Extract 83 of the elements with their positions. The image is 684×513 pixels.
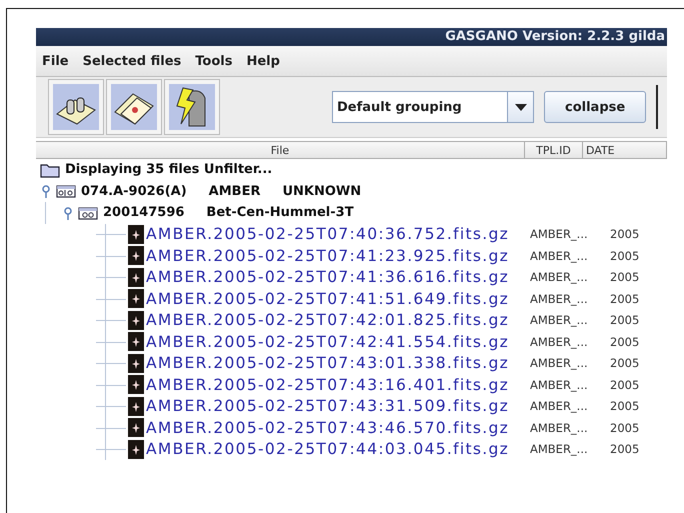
table-cell: 2005 bbox=[610, 334, 640, 349]
table-cell-text: AMBER_... bbox=[530, 292, 589, 306]
star-image-icon bbox=[128, 332, 144, 352]
file-name: AMBER.2005-02-25T07:44:03.045.fits.gz bbox=[146, 440, 510, 458]
table-cell: 2005 bbox=[610, 399, 640, 414]
file-name: AMBER.2005-02-25T07:43:31.509.fits.gz bbox=[146, 397, 510, 416]
table-cell-text: AMBER_... bbox=[530, 420, 589, 435]
table-cell: 2005 bbox=[610, 292, 640, 306]
star-image-icon bbox=[128, 268, 144, 287]
star-image-icon bbox=[128, 396, 144, 416]
tree-handle-icon[interactable] bbox=[62, 206, 74, 220]
file-name: AMBER.2005-02-25T07:43:16.401.fits.gz bbox=[146, 376, 510, 394]
menu-item[interactable]: File bbox=[42, 54, 69, 68]
file-name: AMBER.2005-02-25T07:42:41.554.fits.gz bbox=[146, 332, 510, 351]
column-header[interactable]: DATE bbox=[583, 141, 667, 159]
table-cell: 2005 bbox=[610, 420, 640, 435]
star-image-icon bbox=[128, 289, 144, 308]
star-image-icon bbox=[128, 310, 144, 330]
pid-tag-icon bbox=[56, 184, 76, 198]
documents-button[interactable] bbox=[106, 79, 162, 135]
star-image-icon bbox=[128, 440, 144, 459]
file-name: AMBER.2005-02-25T07:43:01.338.fits.gz bbox=[146, 354, 510, 372]
file-row[interactable]: AMBER.2005-02-25T07:43:46.570.fits.gz AMBER_... 2005 bbox=[36, 417, 667, 438]
column-header[interactable]: File bbox=[36, 141, 525, 159]
star-image-icon bbox=[128, 418, 144, 438]
file-row[interactable]: AMBER.2005-02-25T07:43:31.509.fits.gz AMBER_... 2005 bbox=[36, 396, 667, 417]
block-id[interactable]: 200147596 bbox=[103, 205, 184, 220]
table-cell-text: AMBER_... bbox=[530, 334, 589, 349]
table-cell: 2005 bbox=[610, 248, 640, 263]
binoculars-button[interactable] bbox=[48, 79, 104, 135]
file-name: AMBER.2005-02-25T07:43:46.570.fits.gz bbox=[146, 418, 510, 437]
folder-icon bbox=[40, 162, 60, 178]
binoculars-icon bbox=[53, 84, 99, 130]
star-image-icon bbox=[128, 246, 144, 266]
status-text: UNKNOWN bbox=[282, 184, 362, 199]
table-cell-text: AMBER_... bbox=[530, 442, 589, 456]
table-cell: 2005 bbox=[610, 227, 640, 242]
ob-tag-icon bbox=[78, 206, 98, 220]
file-row[interactable]: AMBER.2005-02-25T07:41:36.616.fits.gz AMBER_... 2005 bbox=[36, 266, 667, 288]
file-name: AMBER.2005-02-25T07:41:23.925.fits.gz bbox=[146, 246, 510, 265]
table-cell: 2005 bbox=[610, 270, 640, 284]
star-image-icon bbox=[128, 375, 144, 394]
star-image-icon bbox=[128, 354, 144, 373]
table-cell-text: AMBER_... bbox=[530, 313, 589, 328]
table-cell: 2005 bbox=[610, 356, 640, 370]
summary-text: Displaying 35 files Unfilter... bbox=[65, 162, 272, 178]
documents-icon bbox=[111, 84, 157, 130]
table-cell-text: AMBER_... bbox=[530, 227, 589, 242]
file-row[interactable]: AMBER.2005-02-25T07:41:51.649.fits.gz AMBER_... 2005 bbox=[36, 288, 667, 310]
file-name: AMBER.2005-02-25T07:40:36.752.fits.gz bbox=[146, 225, 510, 244]
file-row[interactable]: AMBER.2005-02-25T07:40:36.752.fits.gz AMBER_... 2005 bbox=[36, 224, 667, 245]
file-row[interactable]: AMBER.2005-02-25T07:41:23.925.fits.gz AMBER_... 2005 bbox=[36, 245, 667, 266]
table-cell-text: AMBER_... bbox=[530, 356, 589, 370]
file-row[interactable]: AMBER.2005-02-25T07:42:41.554.fits.gz AMBER_... 2005 bbox=[36, 331, 667, 352]
table-cell: 2005 bbox=[610, 442, 640, 456]
file-row[interactable]: AMBER.2005-02-25T07:42:01.825.fits.gz AMBER_... 2005 bbox=[36, 310, 667, 331]
file-name: AMBER.2005-02-25T07:41:36.616.fits.gz bbox=[146, 268, 510, 286]
table-cell-text: AMBER_... bbox=[530, 270, 589, 284]
grouping-dropdown[interactable]: Default grouping bbox=[332, 91, 534, 123]
menu-item[interactable]: Help bbox=[246, 54, 280, 68]
lightning-door-button[interactable] bbox=[164, 79, 220, 135]
program-id[interactable]: 074.A-9026(A) bbox=[81, 184, 187, 199]
file-row[interactable]: AMBER.2005-02-25T07:43:16.401.fits.gz AMBER_... 2005 bbox=[36, 374, 667, 396]
table-cell: 2005 bbox=[610, 313, 640, 328]
target-name: Bet-Cen-Hummel-3T bbox=[206, 205, 354, 220]
tree-handle-icon[interactable] bbox=[40, 184, 52, 198]
table-cell-text: AMBER_... bbox=[530, 399, 589, 414]
file-row[interactable]: AMBER.2005-02-25T07:43:01.338.fits.gz AMBER_... 2005 bbox=[36, 352, 667, 374]
dropdown-caret-icon[interactable] bbox=[507, 92, 533, 122]
file-name: AMBER.2005-02-25T07:41:51.649.fits.gz bbox=[146, 290, 510, 308]
window-title: GASGANO Version: 2.2.3 gilda bbox=[445, 29, 665, 45]
column-header[interactable]: TPL.ID bbox=[525, 141, 583, 159]
menu-item[interactable]: Tools bbox=[195, 54, 232, 68]
table-cell: 2005 bbox=[610, 378, 640, 392]
instrument-name: AMBER bbox=[208, 184, 260, 199]
collapse-button[interactable]: collapse bbox=[544, 91, 646, 123]
table-cell-text: AMBER_... bbox=[530, 378, 589, 392]
lightning-door-icon bbox=[169, 84, 215, 130]
file-row[interactable]: AMBER.2005-02-25T07:44:03.045.fits.gz AMBER_... 2005 bbox=[36, 438, 667, 460]
star-image-icon bbox=[128, 224, 144, 244]
menu-item[interactable]: Selected files bbox=[82, 54, 182, 68]
file-name: AMBER.2005-02-25T07:42:01.825.fits.gz bbox=[146, 311, 510, 330]
table-cell-text: AMBER_... bbox=[530, 248, 589, 263]
